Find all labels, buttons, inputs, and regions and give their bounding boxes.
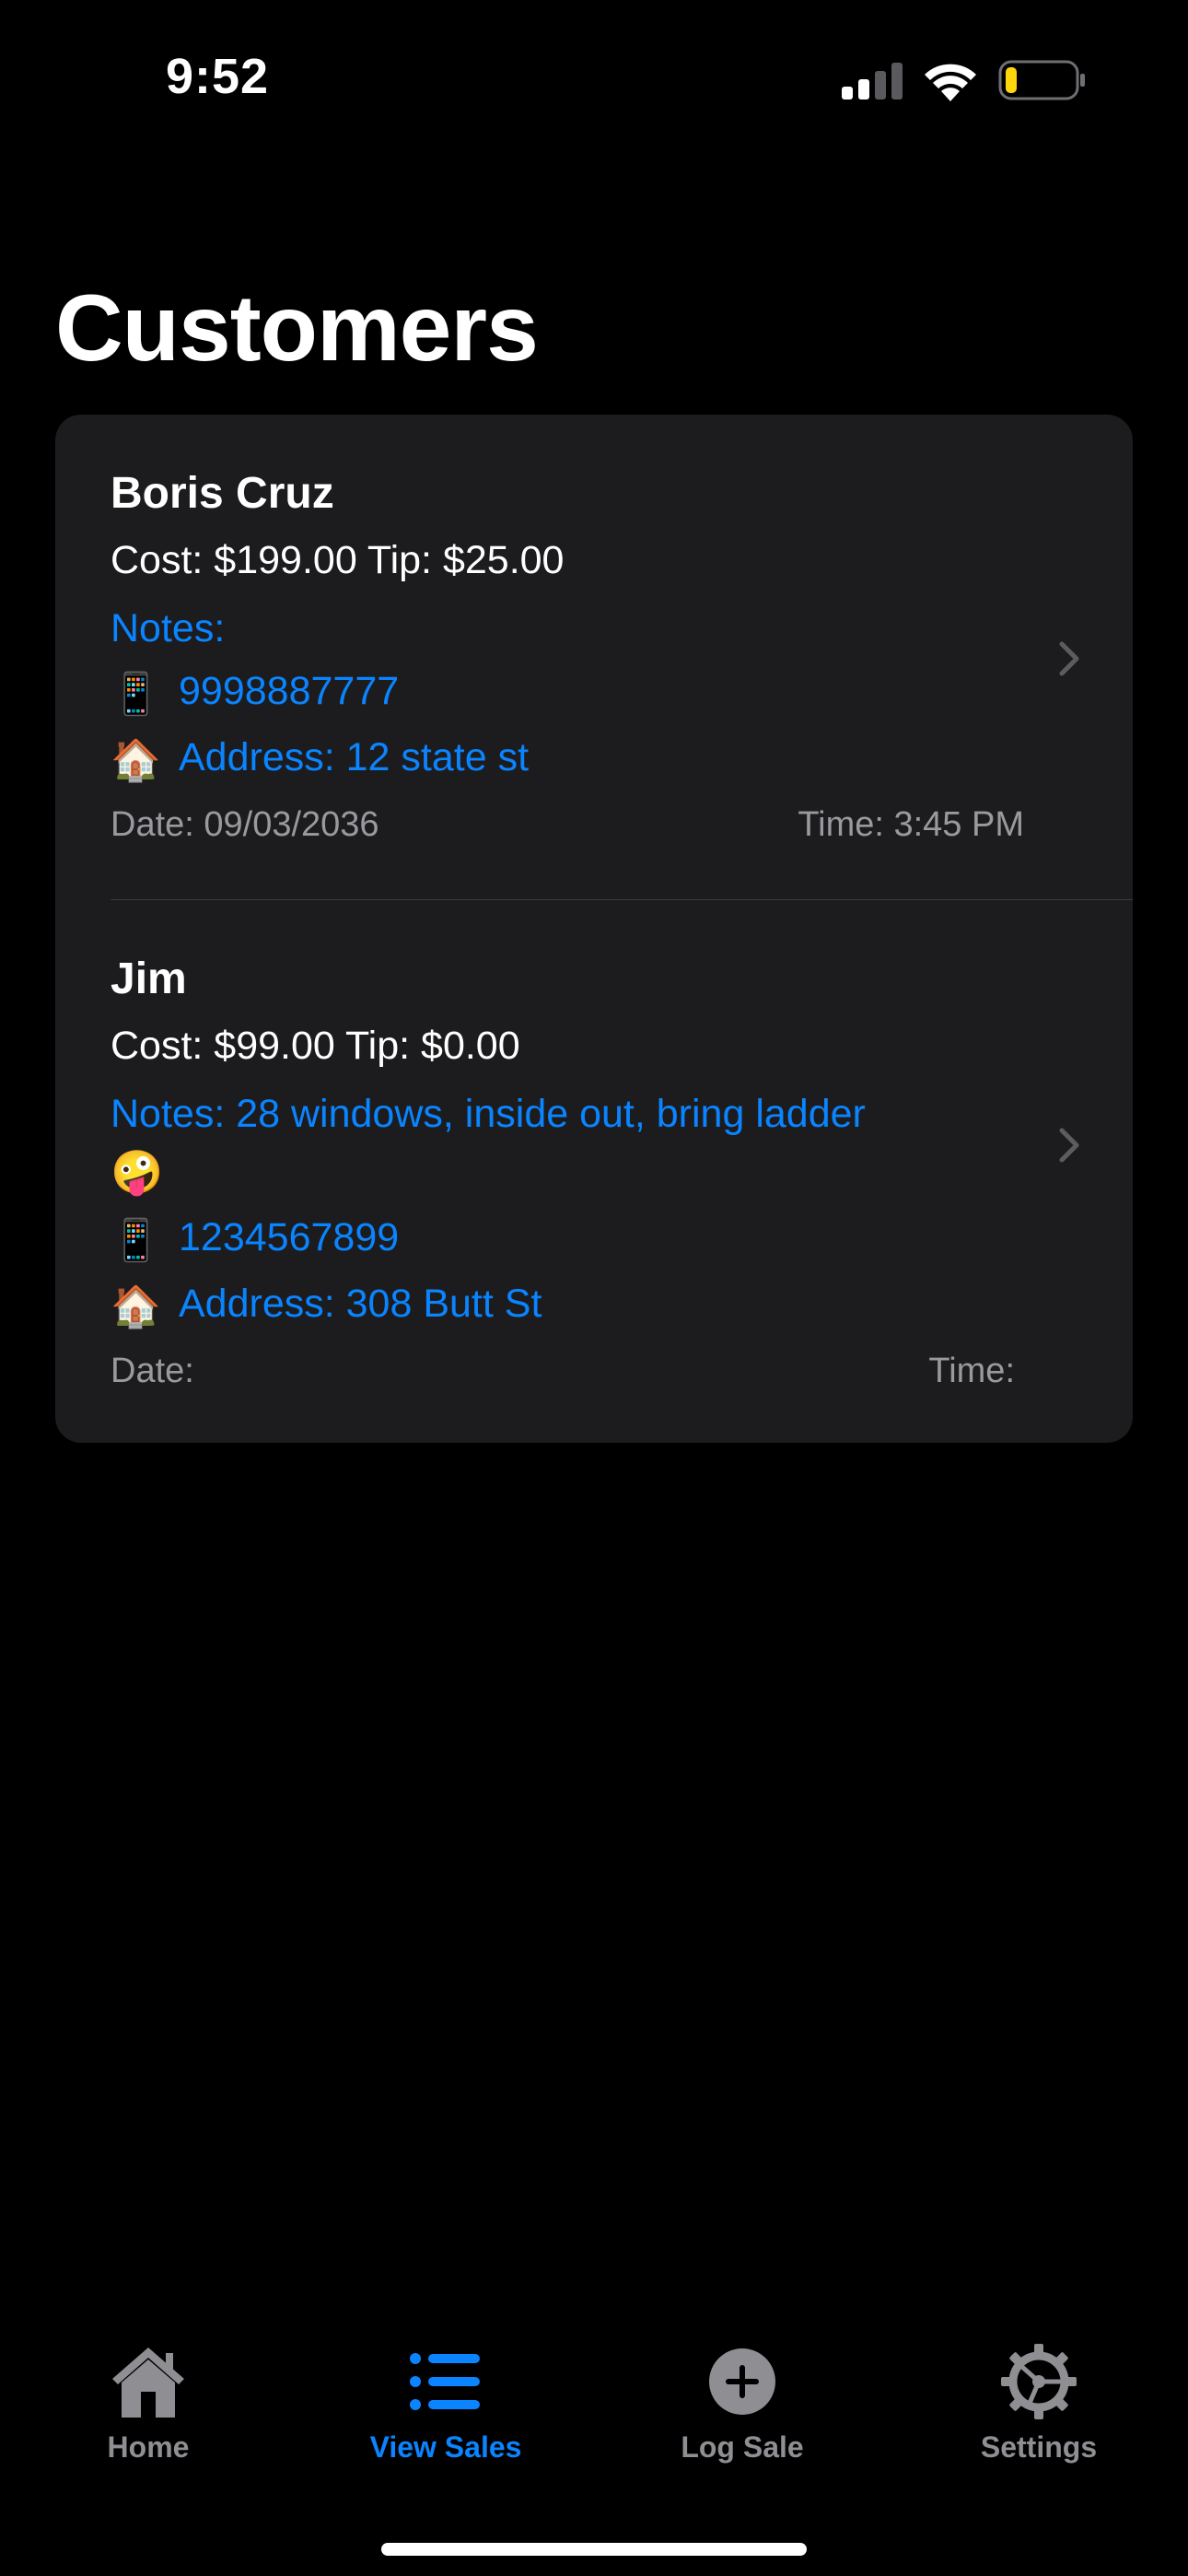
phone-line[interactable]: 📱 1234567899	[111, 1215, 399, 1264]
date-text: Date: 09/03/2036	[111, 805, 379, 844]
house-icon	[107, 2340, 190, 2423]
phone-line[interactable]: 📱 9998887777	[111, 669, 399, 718]
house-emoji-icon: 🏠	[111, 1283, 161, 1329]
date-text: Date:	[111, 1352, 194, 1390]
tab-log-sale[interactable]: Log Sale	[632, 2340, 853, 2465]
tab-settings[interactable]: Settings	[928, 2340, 1149, 2465]
time-text: Time: 3:45 PM	[798, 805, 1024, 844]
gear-icon	[997, 2340, 1080, 2423]
tab-view-sales[interactable]: View Sales	[335, 2340, 556, 2465]
customer-name: Boris Cruz	[111, 469, 334, 518]
cost-tip-text: Cost: $199.00 Tip: $25.00	[111, 538, 565, 582]
list-icon	[404, 2340, 487, 2423]
house-emoji-icon: 🏠	[111, 737, 161, 783]
tab-label: Log Sale	[681, 2430, 804, 2464]
phone-number[interactable]: 1234567899	[179, 1215, 399, 1259]
home-indicator[interactable]	[381, 2543, 807, 2556]
status-time: 9:52	[166, 49, 270, 104]
customer-list: Boris Cruz Cost: $199.00 Tip: $25.00 Not…	[55, 415, 1133, 1443]
tab-bar: Home View Sales Log Sale Settings	[0, 2340, 1188, 2488]
tab-label: Home	[107, 2430, 190, 2464]
wifi-icon	[921, 59, 980, 103]
tab-home[interactable]: Home	[38, 2340, 259, 2465]
tab-label: Settings	[980, 2430, 1098, 2464]
chevron-right-icon	[1056, 1125, 1082, 1165]
time-text: Time:	[928, 1352, 1015, 1390]
tab-label: View Sales	[369, 2430, 522, 2464]
cost-tip-text: Cost: $99.00 Tip: $0.00	[111, 1024, 520, 1068]
phone-icon: 📱	[111, 671, 161, 717]
plus-circle-icon	[701, 2340, 784, 2423]
status-bar: 9:52	[0, 0, 1188, 157]
address-text[interactable]: Address: 308 Butt St	[179, 1282, 542, 1326]
page-title: Customers	[55, 275, 539, 381]
customer-row[interactable]: Boris Cruz Cost: $199.00 Tip: $25.00 Not…	[55, 415, 1133, 899]
address-line[interactable]: 🏠 Address: 308 Butt St	[111, 1282, 542, 1330]
battery-icon	[998, 59, 1087, 101]
phone-icon: 📱	[111, 1217, 161, 1263]
phone-number[interactable]: 9998887777	[179, 669, 399, 713]
customer-row[interactable]: Jim Cost: $99.00 Tip: $0.00 Notes: 28 wi…	[55, 900, 1133, 1443]
customer-name: Jim	[111, 954, 187, 1003]
chevron-right-icon	[1056, 638, 1082, 679]
signal-icon	[840, 61, 904, 101]
address-line[interactable]: 🏠 Address: 12 state st	[111, 735, 529, 784]
address-text[interactable]: Address: 12 state st	[179, 735, 529, 779]
notes-text: Notes:	[111, 606, 226, 650]
notes-text: Notes: 28 windows, inside out, bring lad…	[111, 1092, 866, 1136]
notes-emoji: 🤪	[111, 1148, 164, 1196]
